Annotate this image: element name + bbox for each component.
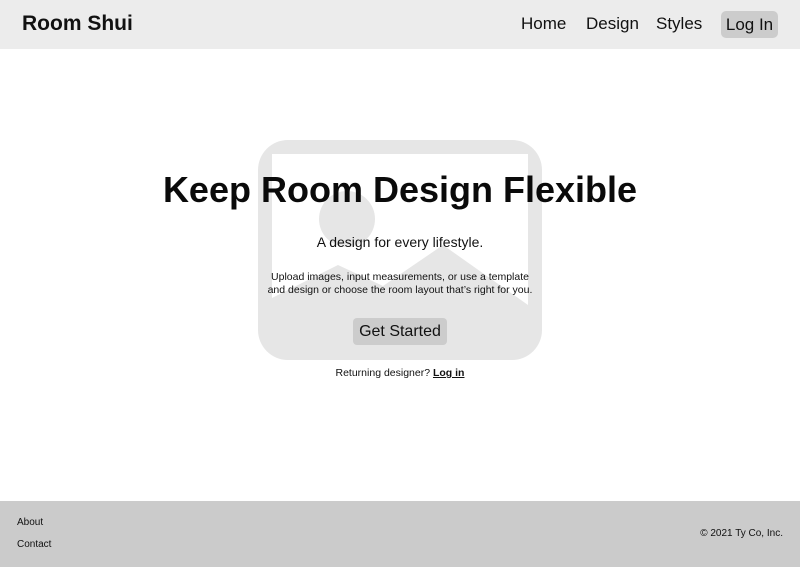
copyright-text: © 2021 Ty Co, Inc.: [700, 528, 783, 539]
site-footer: About Contact © 2021 Ty Co, Inc.: [0, 501, 800, 567]
returning-designer: Returning designer? Log in: [0, 366, 800, 380]
hero-title: Keep Room Design Flexible: [162, 169, 638, 210]
returning-text: Returning designer?: [335, 367, 431, 379]
footer-contact-link[interactable]: Contact: [17, 538, 51, 552]
hero-subtitle: A design for every lifestyle.: [316, 234, 484, 250]
footer-about-link[interactable]: About: [17, 516, 43, 530]
returning-login-link[interactable]: Log in: [433, 367, 465, 379]
hero-description: Upload images, input measurements, or us…: [250, 271, 550, 297]
nav-home-link[interactable]: Home: [521, 12, 566, 36]
get-started-button[interactable]: Get Started: [353, 318, 447, 345]
brand-logo[interactable]: Room Shui: [22, 11, 133, 37]
nav-design-link[interactable]: Design: [586, 12, 639, 36]
hero-description-line-2: and design or choose the room layout tha…: [267, 284, 533, 296]
hero-description-line-1: Upload images, input measurements, or us…: [271, 271, 529, 283]
site-header: Room Shui Home Design Styles Log In: [0, 0, 800, 49]
nav-styles-link[interactable]: Styles: [656, 12, 702, 36]
login-button[interactable]: Log In: [721, 11, 778, 38]
